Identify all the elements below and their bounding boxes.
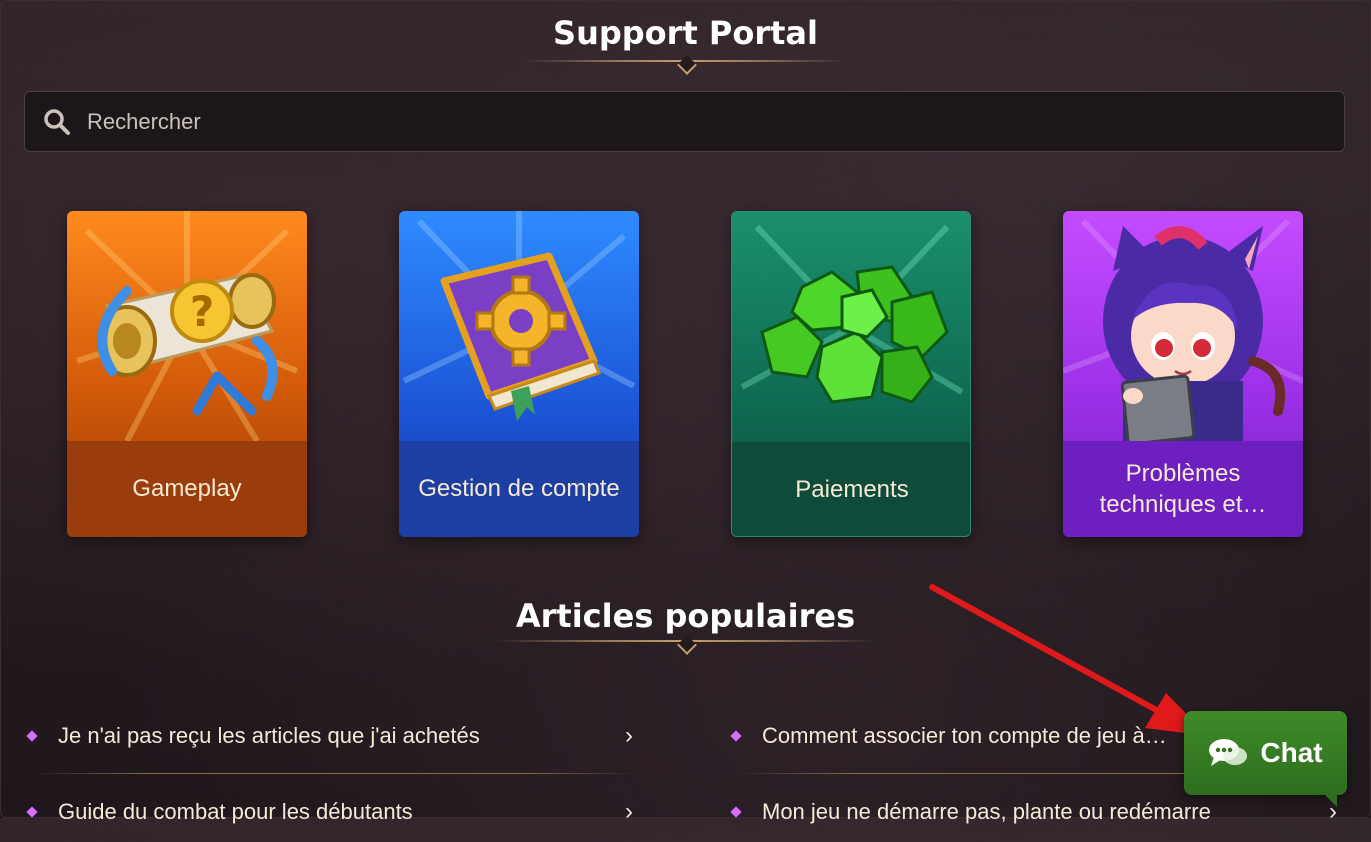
- chat-bubble-tail: [1323, 793, 1337, 807]
- chat-button[interactable]: Chat: [1184, 711, 1347, 807]
- chat-label: Chat: [1260, 737, 1323, 768]
- chat-bubbles-icon: [1209, 739, 1248, 766]
- annotation-arrow: [929, 584, 1208, 736]
